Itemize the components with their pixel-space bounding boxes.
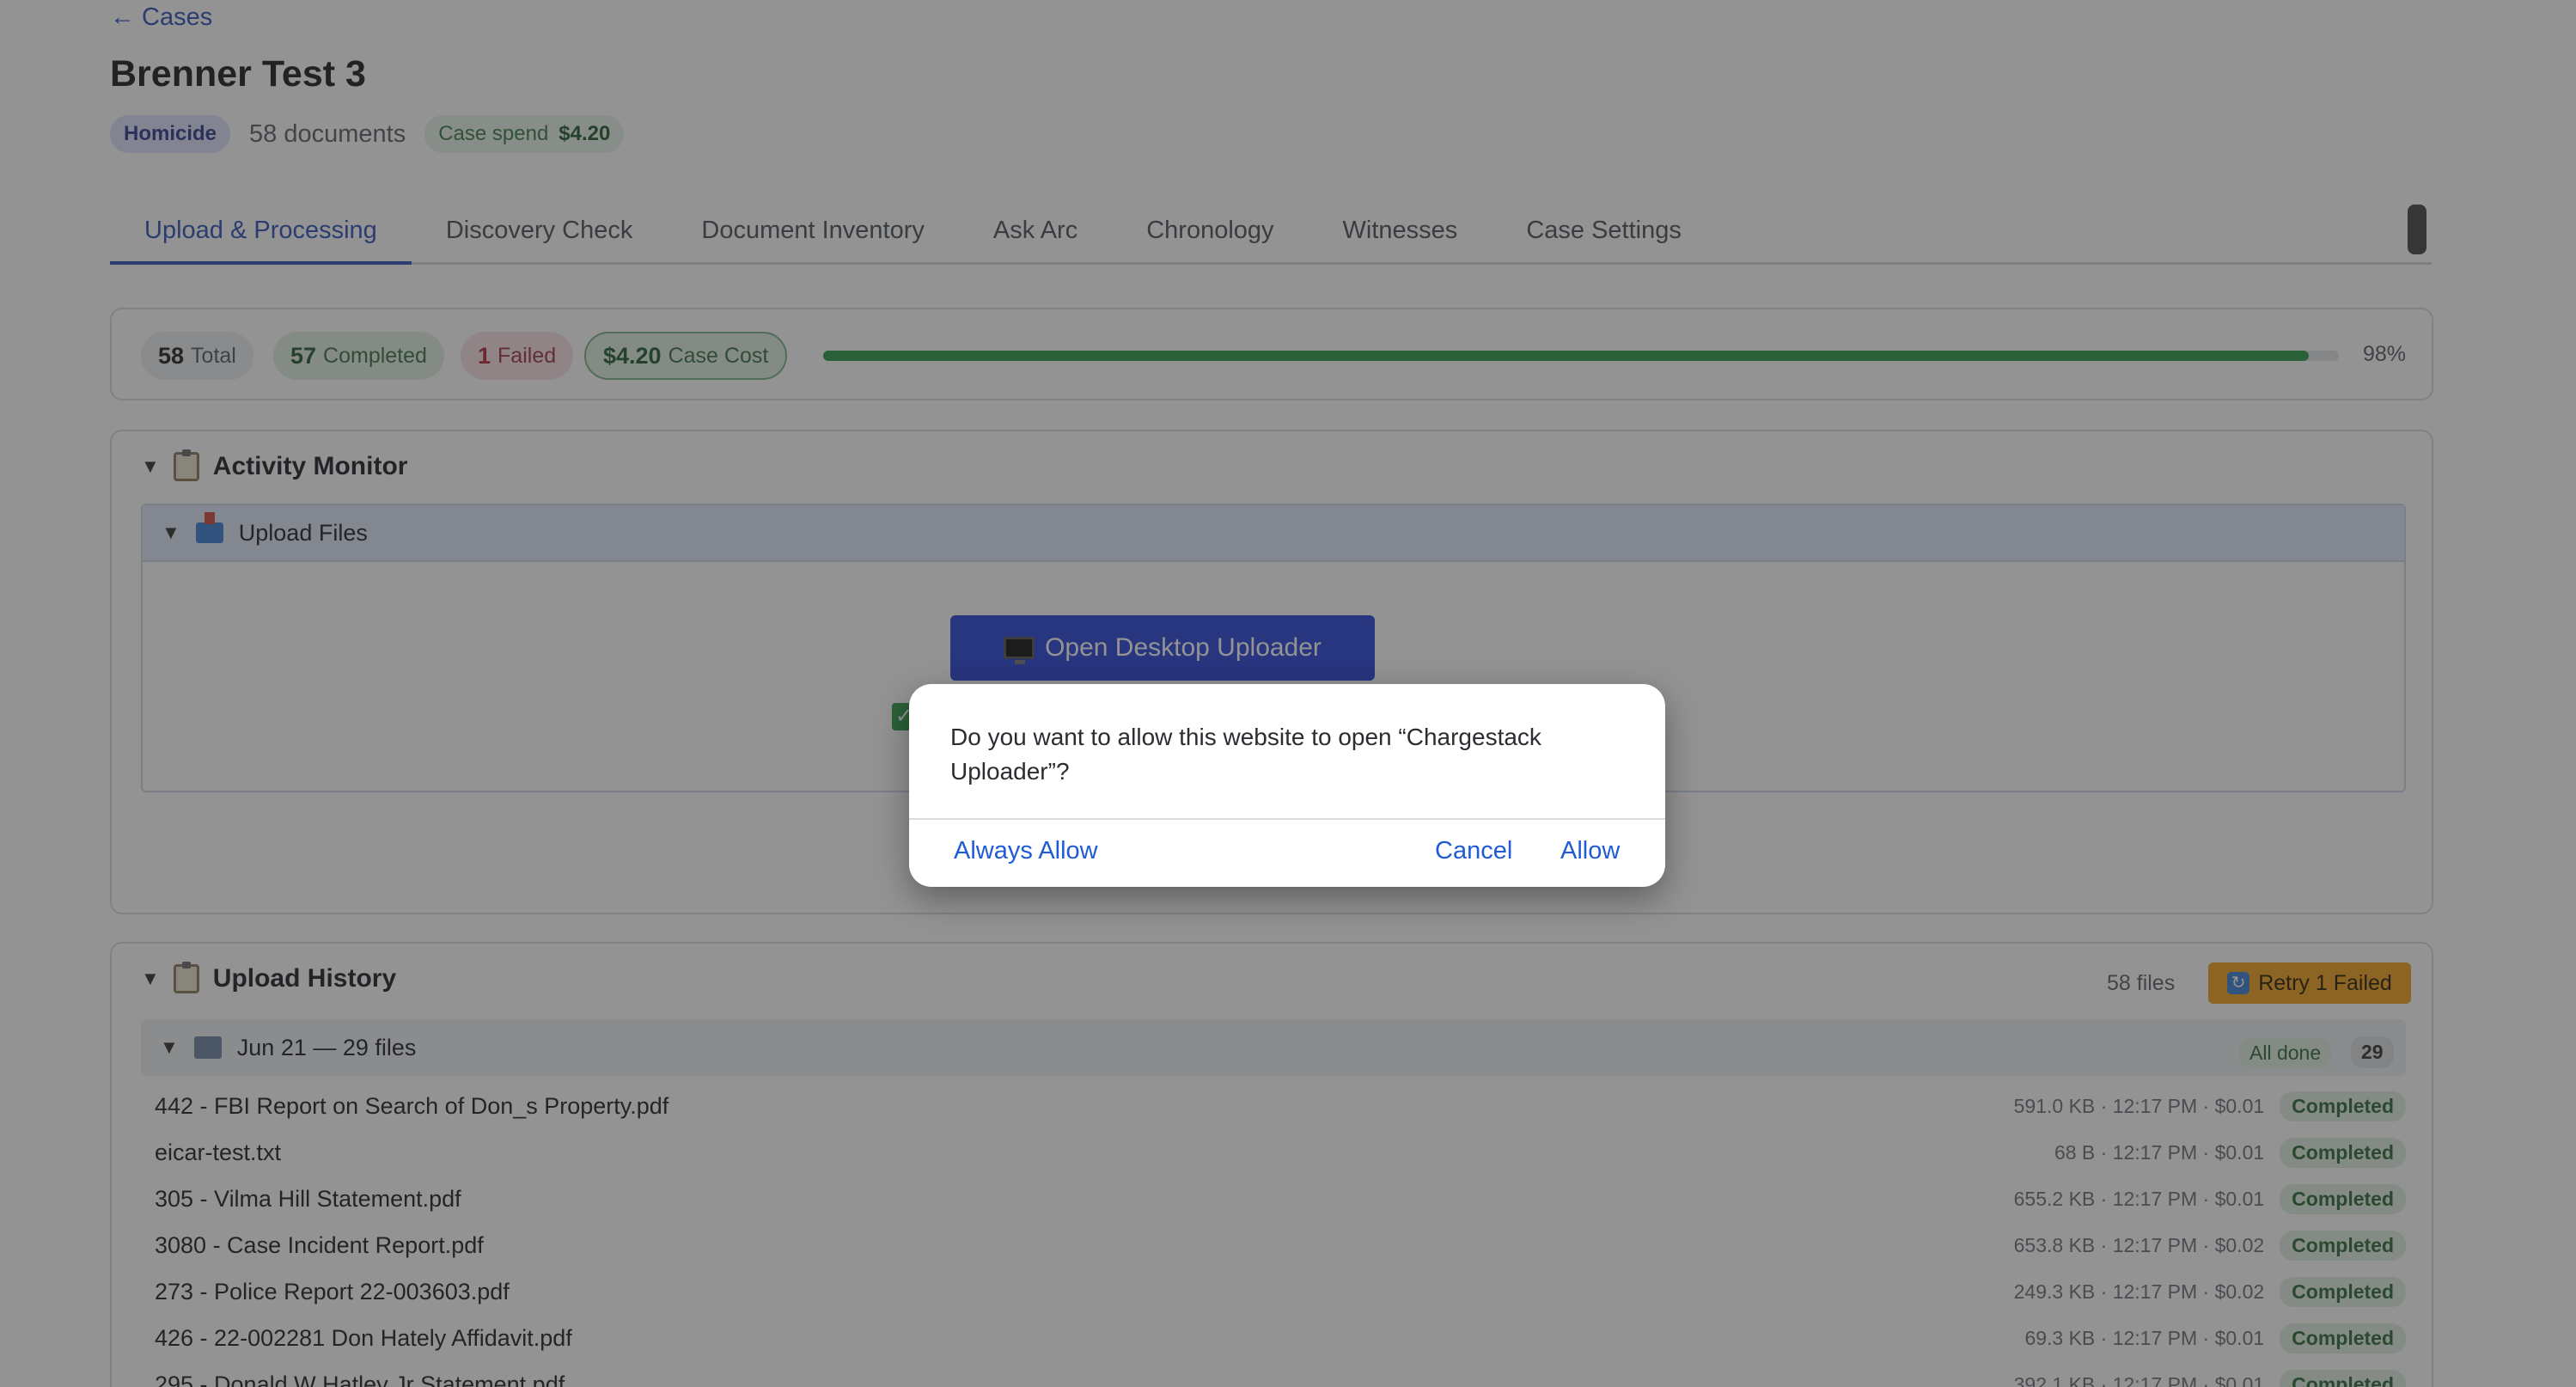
dialog-message: Do you want to allow this website to ope… bbox=[950, 724, 1541, 785]
case-page: ← Cases Brenner Test 3 Homicide 58 docum… bbox=[0, 0, 2576, 1387]
open-app-permission-dialog: Do you want to allow this website to ope… bbox=[909, 684, 1665, 887]
dialog-divider bbox=[909, 818, 1665, 820]
allow-button[interactable]: Allow bbox=[1560, 837, 1620, 865]
cancel-button[interactable]: Cancel bbox=[1435, 837, 1512, 865]
always-allow-button[interactable]: Always Allow bbox=[954, 837, 1098, 865]
